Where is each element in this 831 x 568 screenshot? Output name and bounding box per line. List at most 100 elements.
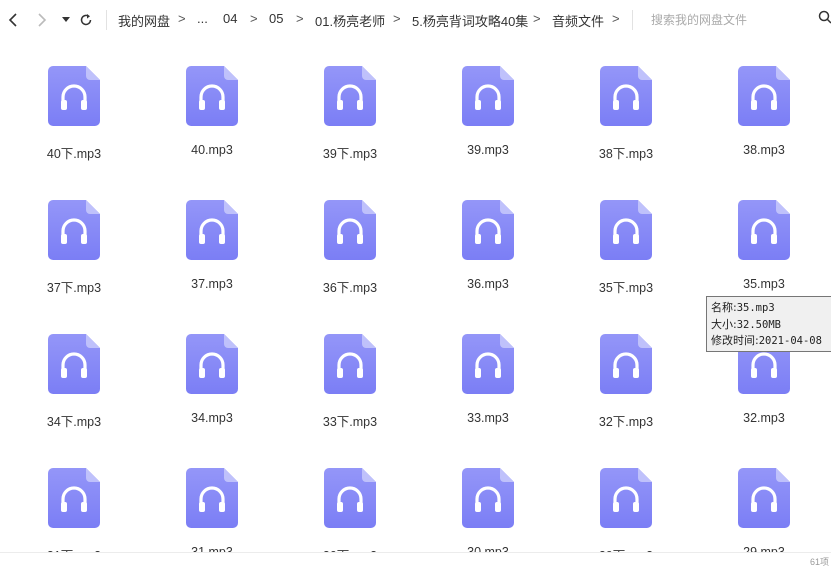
tooltip-date-label: 修改时间: <box>711 334 759 347</box>
file-item[interactable]: 40.mp3 <box>162 66 262 176</box>
file-name: 39.mp3 <box>467 143 509 157</box>
tooltip-name-row: 名称:35.mp3 <box>711 300 831 317</box>
toolbar-divider <box>106 10 107 30</box>
file-name: 31下.mp3 <box>14 545 134 552</box>
audio-file-icon <box>600 334 652 394</box>
audio-file-icon <box>324 66 376 126</box>
file-item[interactable]: 39下.mp3 <box>300 66 400 176</box>
file-name: 34下.mp3 <box>46 415 102 429</box>
history-dropdown-icon[interactable] <box>56 10 76 30</box>
forward-icon[interactable] <box>32 10 52 30</box>
file-item[interactable]: 35下.mp3 <box>576 200 676 310</box>
tooltip-size-label: 大小: <box>711 317 737 331</box>
file-item[interactable]: 38下.mp3 <box>576 66 676 176</box>
file-item[interactable]: 29.mp3 <box>714 468 814 552</box>
breadcrumb-teacher[interactable]: 01.杨亮老师 <box>315 11 385 30</box>
audio-file-icon <box>462 200 514 260</box>
file-item[interactable]: 33下.mp3 <box>300 334 400 444</box>
audio-file-icon <box>462 334 514 394</box>
file-item[interactable]: 30下.mp3 <box>300 468 400 552</box>
file-item[interactable]: 29下.mp3 <box>576 468 676 552</box>
audio-file-icon <box>186 200 238 260</box>
audio-file-icon <box>48 334 100 394</box>
tooltip-size-row: 大小:32.50MB <box>711 317 831 334</box>
file-item[interactable]: 37下.mp3 <box>24 200 124 310</box>
breadcrumb-separator-icon: > <box>612 11 620 26</box>
breadcrumb-04[interactable]: 04 <box>223 11 237 26</box>
breadcrumb-separator-icon: > <box>296 11 304 26</box>
audio-file-icon <box>600 66 652 126</box>
audio-file-icon <box>462 66 514 126</box>
breadcrumb-root[interactable]: 我的网盘 <box>118 11 170 30</box>
file-item[interactable]: 37.mp3 <box>162 200 262 310</box>
file-item[interactable]: 34.mp3 <box>162 334 262 444</box>
audio-file-icon <box>48 468 100 528</box>
file-name: 37下.mp3 <box>46 281 102 295</box>
file-item[interactable]: 38.mp3 <box>714 66 814 176</box>
breadcrumb-separator-icon: > <box>533 11 541 26</box>
item-count: 61项 <box>809 557 829 567</box>
file-tooltip: 名称:35.mp3 大小:32.50MB 修改时间:2021-04-08 <box>706 296 831 352</box>
breadcrumb-course[interactable]: 5.杨亮背词攻略40集 <box>412 11 528 30</box>
file-name: 29下.mp3 <box>566 545 686 552</box>
file-item[interactable]: 35.mp3 <box>714 200 814 310</box>
search-icon[interactable] <box>818 10 831 27</box>
toolbar-divider <box>632 10 633 30</box>
breadcrumb-ellipsis[interactable]: ... <box>197 11 208 26</box>
file-name: 39下.mp3 <box>322 147 378 161</box>
back-icon[interactable] <box>3 10 23 30</box>
breadcrumb-current[interactable]: 音频文件 <box>552 11 604 30</box>
breadcrumb-separator-icon: > <box>250 11 258 26</box>
audio-file-icon <box>186 468 238 528</box>
audio-file-icon <box>462 468 514 528</box>
tooltip-date-row: 修改时间:2021-04-08 <box>711 333 831 350</box>
file-name: 30.mp3 <box>467 545 509 552</box>
file-item[interactable]: 30.mp3 <box>438 468 538 552</box>
file-item[interactable]: 32下.mp3 <box>576 334 676 444</box>
file-item[interactable]: 39.mp3 <box>438 66 538 176</box>
file-name: 40.mp3 <box>191 143 233 157</box>
status-bar: 61项 <box>0 552 831 567</box>
file-name: 35下.mp3 <box>598 281 654 295</box>
audio-file-icon <box>600 200 652 260</box>
audio-file-icon <box>738 66 790 126</box>
file-item[interactable]: 36.mp3 <box>438 200 538 310</box>
breadcrumb-separator-icon: > <box>178 11 186 26</box>
file-item[interactable]: 31下.mp3 <box>24 468 124 552</box>
tooltip-name-label: 名称: <box>711 301 737 314</box>
file-item[interactable]: 34下.mp3 <box>24 334 124 444</box>
audio-file-icon <box>324 468 376 528</box>
file-name: 38.mp3 <box>743 143 785 157</box>
tooltip-date-value: 2021-04-08 <box>758 335 822 347</box>
file-item[interactable]: 36下.mp3 <box>300 200 400 310</box>
file-name: 32.mp3 <box>743 411 785 425</box>
audio-file-icon <box>324 200 376 260</box>
audio-file-icon <box>600 468 652 528</box>
file-name: 34.mp3 <box>191 411 233 425</box>
audio-file-icon <box>186 334 238 394</box>
audio-file-icon <box>186 66 238 126</box>
search-input[interactable]: 搜索我的网盘文件 <box>651 11 747 28</box>
file-name: 31.mp3 <box>191 545 233 552</box>
file-item[interactable]: 40下.mp3 <box>24 66 124 176</box>
file-name: 33.mp3 <box>467 411 509 425</box>
tooltip-name-value: 35.mp3 <box>736 302 775 314</box>
file-name: 30下.mp3 <box>290 545 410 552</box>
audio-file-icon <box>738 200 790 260</box>
file-name: 35.mp3 <box>743 277 785 291</box>
file-item[interactable]: 31.mp3 <box>162 468 262 552</box>
file-name: 33下.mp3 <box>322 415 378 429</box>
audio-file-icon <box>48 66 100 126</box>
file-name: 38下.mp3 <box>598 147 654 161</box>
audio-file-icon <box>324 334 376 394</box>
toolbar: 我的网盘 > ... > 04 05 > 01.杨亮老师 > 5.杨亮背词攻略4… <box>0 0 831 40</box>
file-name: 40下.mp3 <box>46 147 102 161</box>
file-name: 37.mp3 <box>191 277 233 291</box>
breadcrumb-05[interactable]: 05 <box>269 11 283 26</box>
file-item[interactable]: 33.mp3 <box>438 334 538 444</box>
audio-file-icon <box>738 468 790 528</box>
refresh-icon[interactable] <box>76 10 96 30</box>
tooltip-size-value: 32.50MB <box>736 318 781 331</box>
file-name: 36下.mp3 <box>322 281 378 295</box>
file-name: 29.mp3 <box>743 545 785 552</box>
